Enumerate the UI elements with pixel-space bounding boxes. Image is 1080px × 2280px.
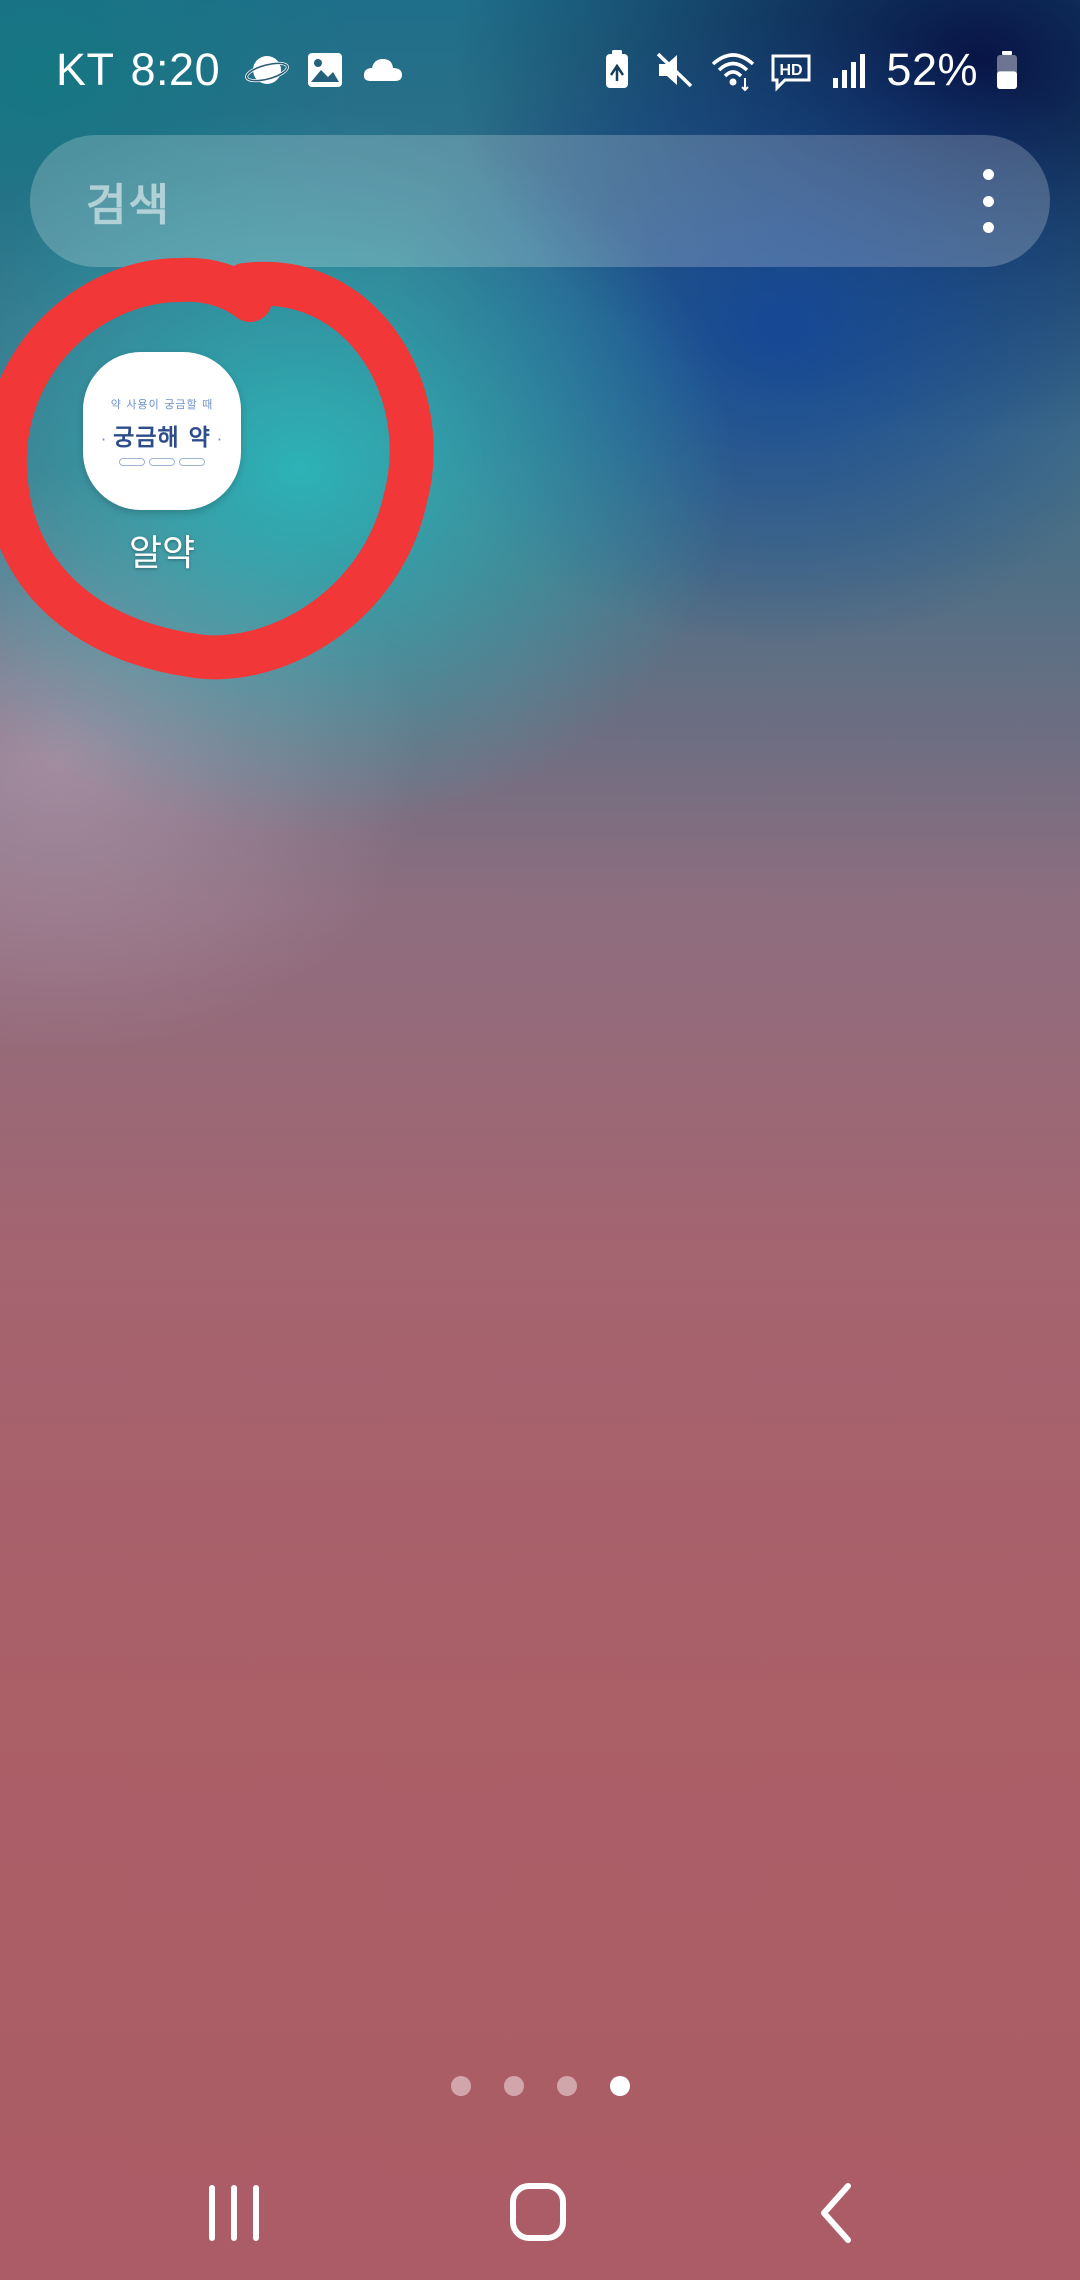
page-dot[interactable]: [556, 2076, 577, 2096]
hd-label: HD: [780, 62, 803, 79]
planet-icon: [245, 48, 289, 92]
battery-icon: [985, 48, 1029, 92]
page-dot[interactable]: [503, 2076, 524, 2096]
home-icon[interactable]: [498, 2178, 578, 2248]
carrier-label: KT: [56, 44, 115, 95]
status-bar: KT 8:20 HD 52%: [0, 0, 1080, 140]
wifi-icon: [711, 48, 755, 92]
back-icon[interactable]: [800, 2178, 880, 2248]
cloud-icon: [361, 48, 405, 92]
status-left: KT 8:20: [56, 44, 412, 96]
page-dot[interactable]: [450, 2076, 471, 2096]
menu-dot: [982, 169, 994, 180]
app-icon-title-text: 궁금해 약: [113, 425, 211, 451]
clock: 8:20: [130, 44, 221, 95]
page-dot-active[interactable]: [609, 2076, 630, 2096]
app-shortcut-alyak[interactable]: 약 사용이 궁금할 때 · 궁금해 약 · 알약: [70, 352, 254, 576]
mute-icon: [653, 48, 697, 92]
recent-apps-icon[interactable]: [196, 2178, 276, 2248]
search-placeholder[interactable]: 검색: [86, 169, 171, 233]
app-icon-tagline: 약 사용이 궁금할 때: [110, 398, 214, 411]
app-icon[interactable]: 약 사용이 궁금할 때 · 궁금해 약 ·: [83, 352, 241, 510]
menu-dot: [982, 222, 994, 233]
battery-saver-icon: [595, 48, 639, 92]
battery-percent: 52%: [886, 44, 978, 95]
search-bar[interactable]: 검색: [30, 135, 1050, 267]
menu-dot: [982, 195, 994, 207]
app-icon-tags: [119, 458, 205, 466]
app-icon-title: · 궁금해 약 ·: [101, 425, 223, 451]
signal-icon: [827, 48, 871, 92]
gallery-icon: [303, 48, 347, 92]
page-indicator: [0, 2074, 1080, 2098]
app-label: 알약: [128, 533, 196, 574]
navigation-bar: [0, 2150, 1080, 2260]
status-right: HD 52%: [588, 44, 1036, 96]
hd-voice-icon: HD: [769, 48, 813, 92]
more-vertical-icon[interactable]: [976, 169, 1000, 233]
